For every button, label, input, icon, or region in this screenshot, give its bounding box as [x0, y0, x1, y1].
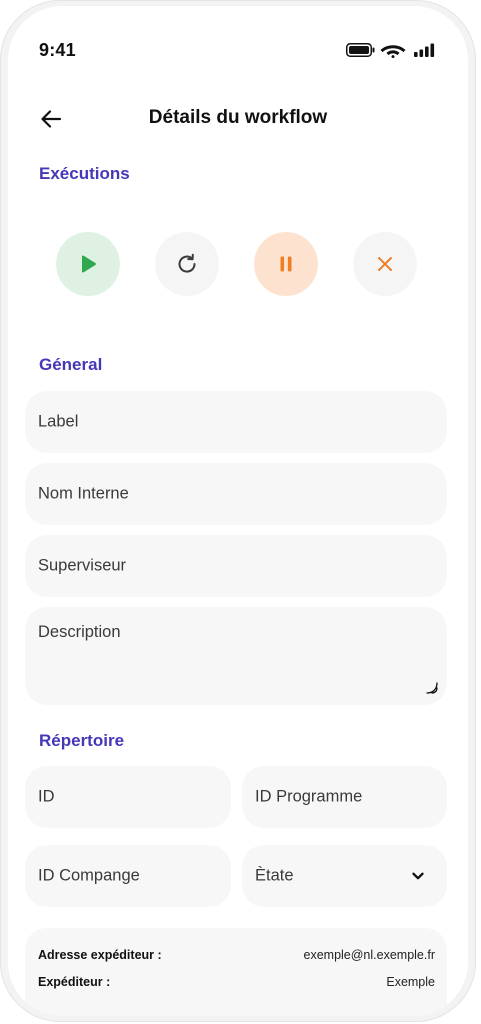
general-section-title: Géneral: [39, 355, 103, 374]
cellular-signal-icon: [414, 43, 435, 57]
company-id-field[interactable]: ID Compange: [25, 845, 231, 907]
pause-button[interactable]: [254, 232, 318, 296]
executions-section-title: Exécutions: [39, 164, 130, 183]
program-id-placeholder: ID Programme: [255, 787, 363, 806]
chevron-down-icon: [412, 872, 424, 880]
pause-icon: [280, 256, 292, 272]
sender-value: Exemple: [386, 975, 435, 989]
supervisor-field[interactable]: Superviseur: [25, 535, 447, 597]
app-screen: 9:41 Détails du workflow Exécutions Géne…: [8, 6, 468, 1016]
state-select-value: Ètate: [255, 866, 294, 885]
refresh-icon: [178, 253, 196, 273]
resize-handle-icon[interactable]: [425, 681, 439, 695]
description-placeholder: Description: [38, 623, 121, 641]
id-placeholder: ID: [38, 787, 55, 806]
program-id-field[interactable]: ID Programme: [242, 766, 447, 828]
sender-label: Expéditeur :: [38, 975, 111, 989]
page-title: Détails du workflow: [148, 107, 328, 128]
cancel-button[interactable]: [353, 232, 417, 296]
play-button[interactable]: [56, 232, 120, 296]
close-icon: [378, 257, 392, 271]
sender-row: Expéditeur : Exemple: [38, 975, 435, 989]
sender-address-row: Adresse expéditeur : exemple@nl.exemple.…: [38, 948, 435, 962]
internal-name-placeholder: Nom Interne: [38, 484, 129, 503]
sender-address-label: Adresse expéditeur :: [38, 948, 162, 962]
description-field[interactable]: Description: [25, 607, 447, 705]
company-id-placeholder: ID Compange: [38, 866, 140, 885]
status-icons: [346, 43, 435, 58]
sender-address-value: exemple@nl.exemple.fr: [303, 948, 436, 962]
play-icon: [82, 255, 96, 273]
repository-section-title: Répertoire: [39, 731, 125, 750]
id-field[interactable]: ID: [25, 766, 231, 828]
status-time: 9:41: [39, 40, 76, 60]
wifi-icon: [380, 45, 406, 58]
label-field-placeholder: Label: [38, 412, 79, 431]
state-select[interactable]: Ètate: [242, 845, 447, 907]
supervisor-placeholder: Superviseur: [38, 556, 127, 575]
phone-frame: 9:41 Détails du workflow Exécutions Géne…: [0, 0, 476, 1022]
label-field[interactable]: Label: [25, 391, 447, 453]
internal-name-field[interactable]: Nom Interne: [25, 463, 447, 525]
retry-button[interactable]: [155, 232, 219, 296]
battery-icon: [346, 43, 375, 57]
sender-info-card: Adresse expéditeur : exemple@nl.exemple.…: [25, 928, 447, 1016]
